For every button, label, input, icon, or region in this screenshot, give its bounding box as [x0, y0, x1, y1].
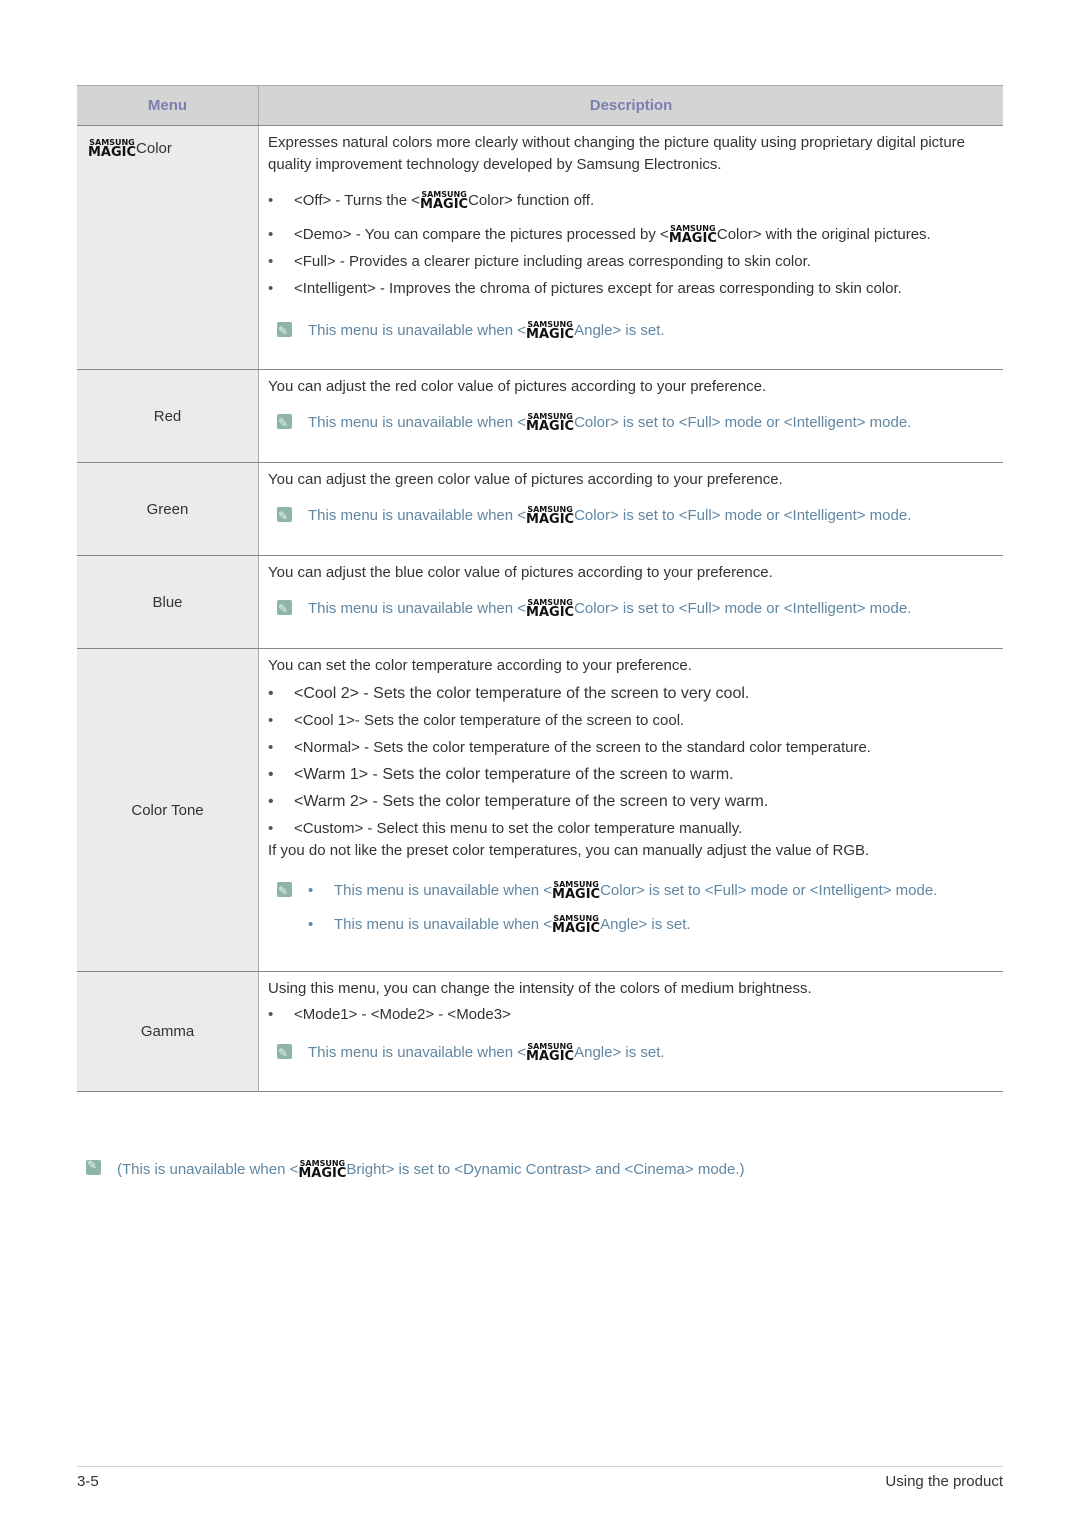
menu-cell-color-tone: Color Tone: [77, 648, 259, 972]
note-icon: [277, 598, 292, 620]
desc-red: You can adjust the red color value of pi…: [258, 369, 1003, 463]
desc-color-tone: You can set the color temperature accord…: [258, 648, 1003, 972]
desc-blue: You can adjust the blue color value of p…: [258, 555, 1003, 649]
menu-cell-gamma: Gamma: [77, 971, 259, 1092]
desc-magic-color: Expresses natural colors more clearly wi…: [258, 125, 1003, 370]
menu-cell-red: Red: [77, 369, 259, 463]
table-row: Green You can adjust the green color val…: [77, 462, 1003, 556]
note-icon: [277, 320, 292, 342]
samsung-magic-logo: SAMSUNG MAGIC: [298, 1159, 347, 1181]
list-item: <Warm 2> - Sets the color temperature of…: [268, 791, 993, 813]
note: This menu is unavailable when <SAMSUNGMA…: [268, 1042, 993, 1064]
note-icon: [277, 412, 292, 434]
samsung-magic-logo: SAMSUNG MAGIC: [526, 598, 575, 620]
list-item: <Full> - Provides a clearer picture incl…: [268, 251, 993, 273]
desc-gamma: Using this menu, you can change the inte…: [258, 971, 1003, 1092]
list-item: <Intelligent> - Improves the chroma of p…: [268, 278, 993, 300]
page-number: 3-5: [77, 1473, 99, 1490]
footnote: (This is unavailable when <SAMSUNGMAGICB…: [86, 1158, 745, 1181]
list-item: <Cool 2> - Sets the color temperature of…: [268, 683, 993, 705]
header-description: Description: [258, 85, 1003, 126]
samsung-magic-logo: SAMSUNG MAGIC: [668, 224, 717, 246]
menu-table: Menu Description SAMSUNG MAGIC Color Expre…: [77, 85, 1003, 1092]
note: This menu is unavailable when <SAMSUNGMA…: [268, 505, 993, 527]
list-item: <Demo> - You can compare the pictures pr…: [268, 224, 993, 246]
note: This menu is unavailable when <SAMSUNGMA…: [268, 412, 993, 434]
footer-divider: [77, 1466, 1003, 1467]
list-item: <Cool 1>- Sets the color temperature of …: [268, 710, 993, 732]
list-item: This menu is unavailable when <SAMSUNGMA…: [308, 880, 937, 902]
desc-green: You can adjust the green color value of …: [258, 462, 1003, 556]
header-menu: Menu: [77, 85, 259, 126]
samsung-magic-logo: SAMSUNG MAGIC: [420, 190, 469, 212]
menu-cell-magic-color: SAMSUNG MAGIC Color: [77, 125, 259, 370]
table-row: Color Tone You can set the color tempera…: [77, 648, 1003, 972]
samsung-magic-logo: SAMSUNG MAGIC: [88, 138, 137, 160]
samsung-magic-logo: SAMSUNG MAGIC: [552, 914, 601, 936]
list-item: <Off> - Turns the <SAMSUNGMAGICColor> fu…: [268, 190, 993, 212]
list-item: This menu is unavailable when <SAMSUNGMA…: [308, 914, 937, 936]
note-icon: [277, 880, 292, 902]
list-item: <Mode1> - <Mode2> - <Mode3>: [268, 1004, 993, 1026]
table-row: Blue You can adjust the blue color value…: [77, 555, 1003, 649]
table-row: SAMSUNG MAGIC Color Expresses natural colo…: [77, 125, 1003, 370]
note: This menu is unavailable when <SAMSUNGMA…: [268, 320, 993, 342]
samsung-magic-logo: SAMSUNG MAGIC: [552, 880, 601, 902]
samsung-magic-logo: SAMSUNG MAGIC: [526, 505, 575, 527]
list-item: <Warm 1> - Sets the color temperature of…: [268, 764, 993, 786]
note-icon: [277, 505, 292, 527]
note: This menu is unavailable when <SAMSUNGMA…: [268, 598, 993, 620]
samsung-magic-logo: SAMSUNG MAGIC: [526, 320, 575, 342]
samsung-magic-logo: SAMSUNG MAGIC: [526, 412, 575, 434]
samsung-magic-logo: SAMSUNG MAGIC: [526, 1042, 575, 1064]
list-item: <Normal> - Sets the color temperature of…: [268, 737, 993, 759]
menu-cell-blue: Blue: [77, 555, 259, 649]
note: This menu is unavailable when <SAMSUNGMA…: [268, 880, 993, 948]
section-title: Using the product: [885, 1473, 1003, 1490]
list-item: <Custom> - Select this menu to set the c…: [268, 818, 993, 840]
note-icon: [86, 1158, 101, 1175]
table-row: Gamma Using this menu, you can change th…: [77, 971, 1003, 1092]
table-row: Red You can adjust the red color value o…: [77, 369, 1003, 463]
note-icon: [277, 1042, 292, 1064]
menu-cell-green: Green: [77, 462, 259, 556]
